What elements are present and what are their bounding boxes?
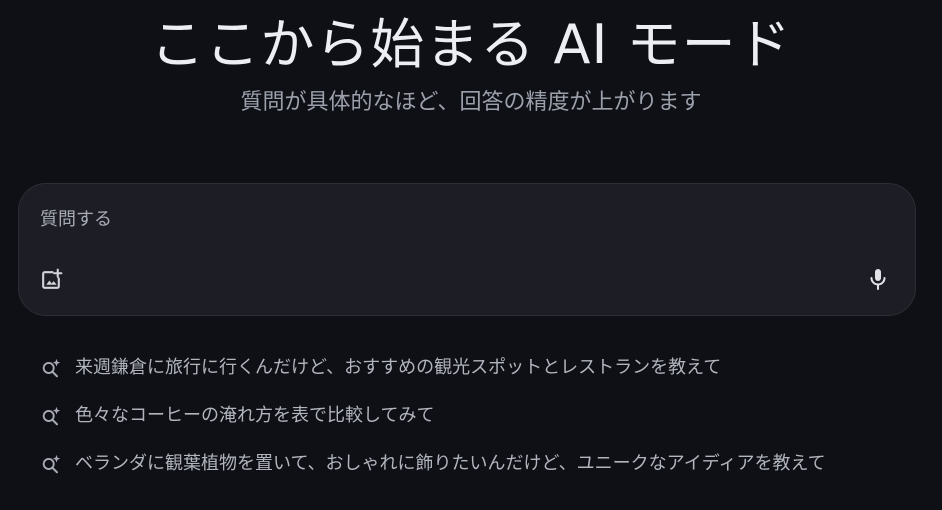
search-sparkle-icon <box>40 357 62 379</box>
search-sparkle-icon <box>40 453 62 475</box>
microphone-button[interactable] <box>860 261 896 297</box>
search-box[interactable] <box>18 183 916 316</box>
suggestion-label: 色々なコーヒーの淹れ方を表で比較してみて <box>75 405 435 426</box>
page-title: ここから始まる AI モード <box>150 13 792 76</box>
suggestion-list: 来週鎌倉に旅行に行くんだけど、おすすめの観光スポットとレストランを教えて 色々な… <box>40 344 920 488</box>
question-input[interactable] <box>40 204 840 234</box>
add-image-button[interactable] <box>33 261 69 297</box>
suggestion-item[interactable]: ベランダに観葉植物を置いて、おしゃれに飾りたいんだけど、ユニークなアイディアを教… <box>40 440 920 488</box>
suggestion-item[interactable]: 来週鎌倉に旅行に行くんだけど、おすすめの観光スポットとレストランを教えて <box>40 344 920 392</box>
suggestion-label: 来週鎌倉に旅行に行くんだけど、おすすめの観光スポットとレストランを教えて <box>75 357 722 378</box>
add-image-icon <box>41 268 62 289</box>
microphone-icon <box>870 269 886 290</box>
page-subtitle: 質問が具体的なほど、回答の精度が上がります <box>240 90 702 115</box>
suggestion-label: ベランダに観葉植物を置いて、おしゃれに飾りたいんだけど、ユニークなアイディアを教… <box>75 453 826 474</box>
search-sparkle-icon <box>40 405 62 427</box>
suggestion-item[interactable]: 色々なコーヒーの淹れ方を表で比較してみて <box>40 392 920 440</box>
